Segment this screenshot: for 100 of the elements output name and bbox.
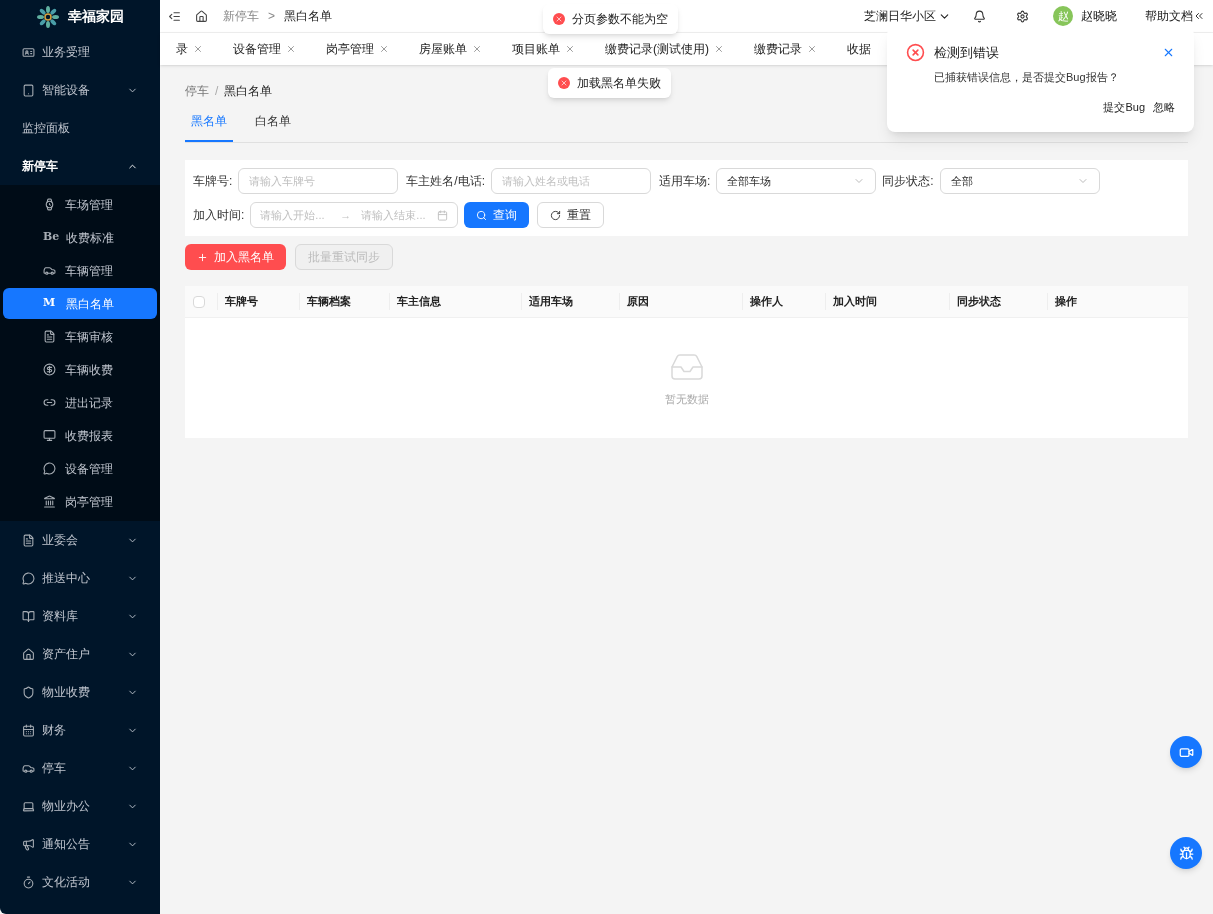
column-header: 原因 [619, 293, 742, 310]
sidebar-item[interactable]: 物业办公 [0, 787, 160, 825]
field-label: 适用车场: [659, 173, 711, 190]
watch-icon [43, 198, 56, 211]
page-tab[interactable]: 岗亭管理 [326, 40, 389, 58]
submenu-item[interactable]: 设备管理 [3, 453, 157, 484]
sidebar-item[interactable]: 业务受理 [0, 33, 160, 71]
calendar-icon [22, 723, 35, 737]
bug-button[interactable] [1170, 837, 1202, 869]
breadcrumb-link[interactable]: 新停车 [223, 7, 259, 25]
search-button[interactable]: 查询 [464, 202, 530, 228]
notification-title: 检测到错误 [934, 44, 1000, 62]
sidebar-item[interactable]: 新停车 [0, 147, 160, 185]
settings-icon[interactable] [1016, 9, 1029, 23]
community-selector[interactable]: 芝澜日华小区 [864, 7, 951, 25]
breadcrumb-current: 黑白名单 [224, 83, 273, 100]
column-header: 加入时间 [825, 293, 949, 310]
help-link[interactable]: 帮助文档 [1145, 7, 1193, 25]
submenu-item[interactable]: 收费报表 [3, 420, 157, 451]
megaphone-icon [22, 837, 35, 851]
column-header: 操作 [1047, 293, 1127, 310]
collapse-icon[interactable] [1193, 10, 1205, 22]
document-icon [43, 330, 56, 343]
letter-icon: Be [43, 229, 57, 246]
empty-text: 暂无数据 [664, 391, 709, 407]
submenu-item[interactable]: Be 收费标准 [3, 222, 157, 253]
close-icon[interactable] [379, 44, 389, 54]
bank-icon [43, 495, 56, 508]
select-field[interactable]: 全部车场 [716, 168, 877, 194]
letter-icon: M [43, 295, 57, 312]
breadcrumb-current: 黑白名单 [284, 8, 332, 25]
notification-action[interactable]: 提交Bug [1103, 99, 1145, 116]
submenu-item[interactable]: 车辆管理 [3, 255, 157, 286]
bell-icon[interactable] [973, 9, 986, 23]
select-all-checkbox[interactable] [193, 295, 205, 308]
page-tab[interactable]: 录 [176, 40, 203, 58]
sidebar-item[interactable]: 智能设备 [0, 71, 160, 109]
page-tab[interactable]: 设备管理 [233, 40, 296, 58]
close-icon[interactable] [714, 44, 724, 54]
sidebar-item[interactable]: 停车 [0, 749, 160, 787]
car-icon [43, 264, 56, 277]
sidebar-item[interactable]: 资产住户 [0, 635, 160, 673]
submenu-item[interactable]: 岗亭管理 [3, 486, 157, 517]
sidebar-item[interactable]: 业委会 [0, 521, 160, 559]
list-tab[interactable]: 黑名单 [185, 108, 233, 142]
logo-text: 幸福家园 [68, 7, 124, 26]
submenu-item[interactable]: 车场管理 [3, 189, 157, 220]
id-card-icon [22, 45, 35, 59]
menu-fold-icon[interactable] [168, 9, 181, 23]
calendar-icon [437, 209, 449, 221]
error-toast: 分页参数不能为空 [543, 4, 678, 34]
column-header: 车牌号 [217, 293, 299, 310]
home-icon [22, 647, 35, 661]
page-tab[interactable]: 缴费记录(测试使用) [605, 40, 724, 58]
notification-action[interactable]: 忽略 [1153, 99, 1175, 116]
home-icon[interactable] [195, 9, 208, 23]
close-icon[interactable] [565, 44, 575, 54]
laptop-icon [22, 799, 35, 813]
close-icon[interactable] [807, 44, 817, 54]
close-icon[interactable] [472, 44, 482, 54]
field-label: 加入时间: [193, 207, 245, 224]
monitor-icon [43, 429, 56, 442]
list-tab[interactable]: 白名单 [249, 108, 297, 142]
page-tab[interactable]: 缴费记录 [754, 40, 817, 58]
page-tab[interactable]: 项目账单 [512, 40, 575, 58]
field-label: 车牌号: [193, 173, 233, 190]
notification-message: 已捕获错误信息，是否提交Bug报告？ [934, 69, 1120, 85]
breadcrumb-separator: > [268, 8, 275, 25]
field-label: 车主姓名/电话: [406, 173, 485, 190]
page-tab[interactable]: 收据 [847, 40, 871, 58]
chat-bubble-icon [43, 462, 56, 475]
sidebar-item[interactable]: 通知公告 [0, 825, 160, 863]
page-tab[interactable]: 房屋账单 [419, 40, 482, 58]
breadcrumb-link[interactable]: 停车 [185, 82, 209, 100]
sidebar-item[interactable]: 文化活动 [0, 863, 160, 901]
close-icon[interactable] [193, 44, 203, 54]
reset-button[interactable]: 重置 [537, 202, 605, 228]
sidebar-item[interactable]: 资料库 [0, 597, 160, 635]
search-icon [476, 209, 488, 221]
field-label: 同步状态: [882, 173, 934, 190]
submenu-item[interactable]: M 黑白名单 [3, 288, 157, 319]
select-field[interactable]: 全部 [939, 168, 1100, 194]
sidebar-item[interactable]: 推送中心 [0, 559, 160, 597]
column-header: 车主信息 [389, 293, 521, 310]
close-icon[interactable] [286, 44, 296, 54]
submenu-item[interactable]: 车辆收费 [3, 354, 157, 385]
bug-icon [1178, 845, 1194, 861]
column-header: 操作人 [742, 293, 825, 310]
reset-icon [550, 209, 562, 221]
error-icon [906, 43, 925, 63]
sidebar-item[interactable]: 物业收费 [0, 673, 160, 711]
submenu-item[interactable]: 进出记录 [3, 387, 157, 418]
column-header: 同步状态 [949, 293, 1047, 310]
user-name[interactable]: 赵晓晓 [1081, 7, 1117, 25]
breadcrumb-separator: / [215, 83, 219, 100]
document-icon [22, 533, 35, 547]
submenu-item[interactable]: 车辆审核 [3, 321, 157, 352]
sidebar-item[interactable]: 监控面板 [0, 109, 160, 147]
video-button[interactable] [1170, 736, 1202, 768]
sidebar-item[interactable]: 财务 [0, 711, 160, 749]
